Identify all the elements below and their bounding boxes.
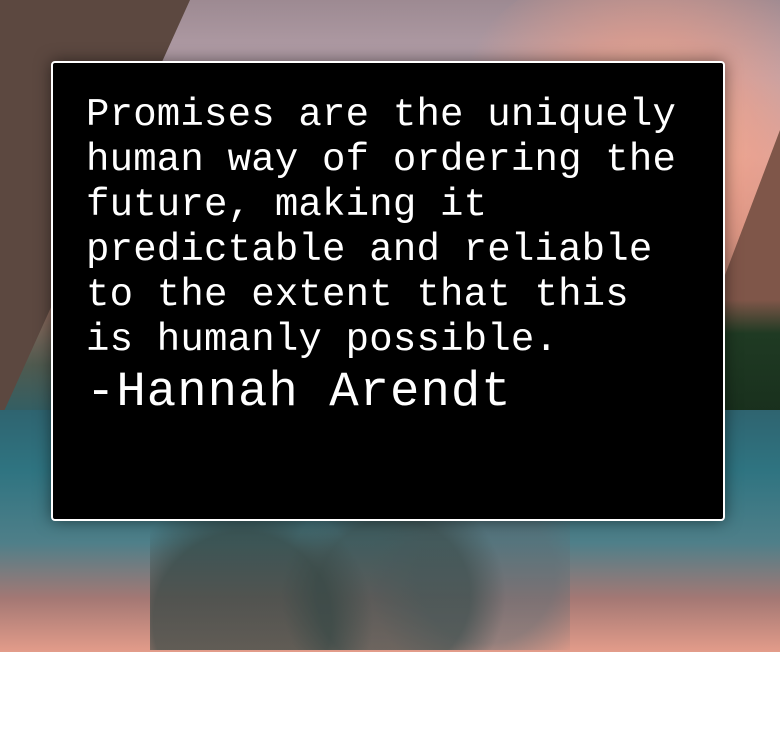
mountain-reflection bbox=[150, 520, 570, 650]
quote-page: Promises are the uniquely human way of o… bbox=[0, 0, 780, 740]
quote-text: Promises are the uniquely human way of o… bbox=[86, 93, 677, 362]
quote-card: Promises are the uniquely human way of o… bbox=[51, 61, 725, 521]
quote-author: -Hannah Arendt bbox=[86, 364, 512, 420]
